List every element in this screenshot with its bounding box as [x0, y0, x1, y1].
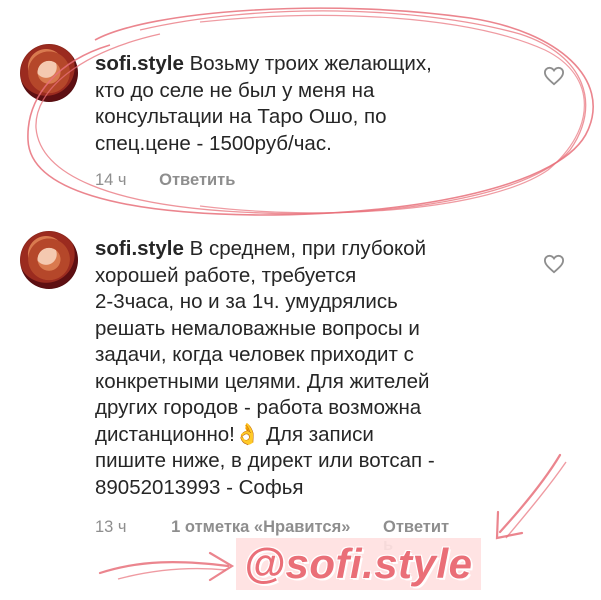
likes-count-link[interactable]: 1 отметка «Нравится» [171, 518, 350, 537]
comment-time: 13 ч [95, 518, 127, 536]
comment-2: sofi.style В среднем, при глубокой хорош… [0, 0, 601, 600]
comment-username[interactable]: sofi.style [95, 237, 184, 260]
avatar[interactable] [20, 231, 78, 289]
heart-outline-icon[interactable] [543, 254, 565, 274]
watermark-text: @sofi.style [244, 540, 473, 587]
comment-body: sofi.style В среднем, при глубокой хорош… [95, 236, 525, 501]
comment-text: В среднем, при глубокой хорошей работе, … [95, 237, 435, 499]
watermark-handle: @sofi.style [236, 538, 481, 590]
